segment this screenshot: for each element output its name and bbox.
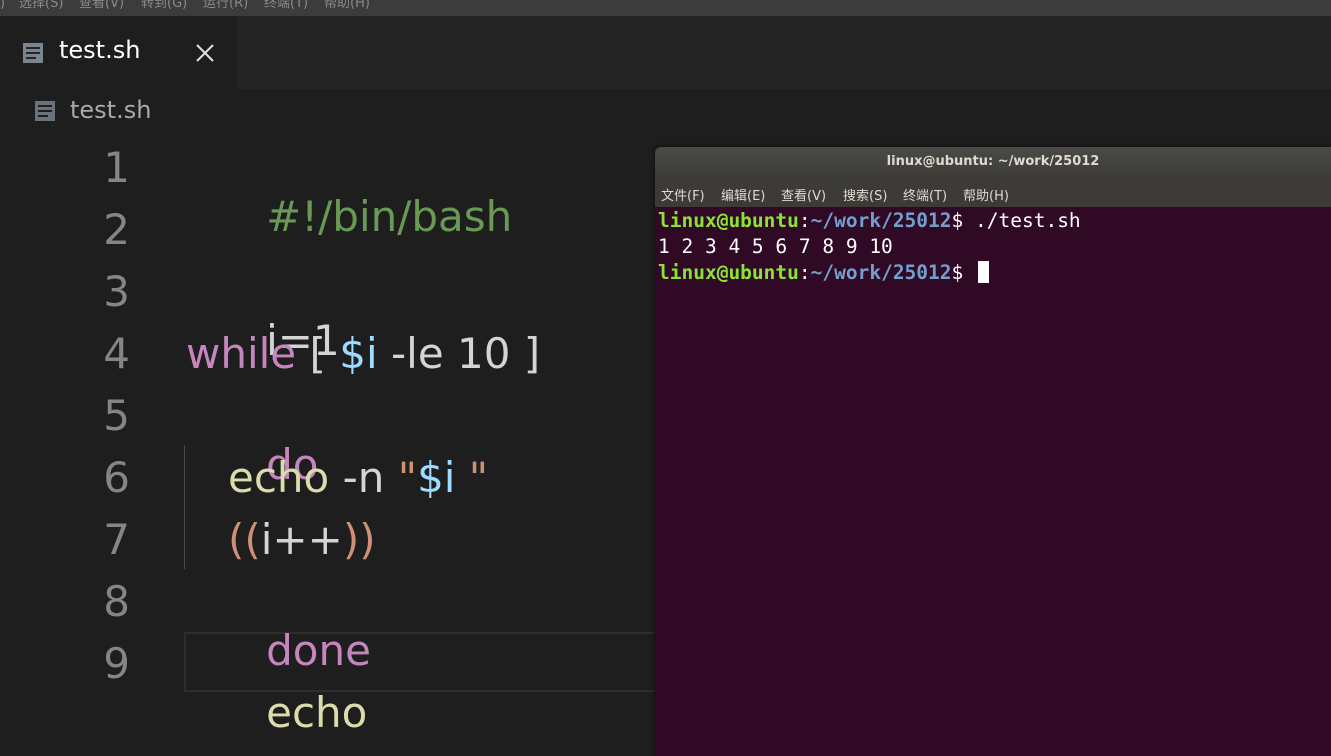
terminal-output-line: 1 2 3 4 5 6 7 8 9 10 [658,235,893,258]
prompt-dollar: $ [951,261,976,284]
line-number: 7 [103,515,130,564]
terminal-menubar: 文件(F) 编辑(E) 查看(V) 搜索(S) 终端(T) 帮助(H) [655,179,1331,207]
menu-item-terminal[interactable]: 终端(T) [264,0,308,10]
arith-open: (( [228,515,261,564]
string-quote-close: " [455,453,489,502]
prompt-dollar: $ [951,209,976,232]
breadcrumb-file[interactable]: test.sh [70,96,151,124]
line-number: 3 [103,267,130,316]
terminal-window[interactable]: linux@ubuntu: ~/work/25012 文件(F) 编辑(E) 查… [655,147,1331,756]
code-line-6: echo -n "$i " [228,453,488,502]
prompt-path: ~/work/25012 [810,261,952,284]
terminal-command-line: linux@ubuntu:~/work/25012$ ./test.sh [658,209,1081,232]
command-echo: echo [228,453,330,502]
keyword-while: while [186,329,297,378]
prompt-colon: : [798,261,811,284]
line-number: 5 [103,391,130,440]
increment: i++ [260,515,343,564]
line-number: 1 [103,143,130,192]
string-quote-open: " [397,453,418,502]
arith-close: )) [342,515,376,564]
line-number: 8 [103,577,130,626]
terminal-body[interactable]: linux@ubuntu:~/work/25012$ ./test.sh 1 2… [655,207,1331,756]
terminal-title: linux@ubuntu: ~/work/25012 [886,154,1100,169]
menu-item-partial[interactable]: ) [0,0,5,10]
code-line-7: ((i++)) [228,515,376,564]
line-number: 6 [103,453,130,502]
command-echo: echo [266,688,368,737]
terminal-menu-terminal[interactable]: 终端(T) [903,185,947,204]
line-number: 9 [103,639,130,688]
file-icon [22,42,44,68]
desktop: ) 选择(S) 查看(V) 转到(G) 运行(R) 终端(T) 帮助(H) te… [0,0,1331,756]
terminal-menu-edit[interactable]: 编辑(E) [721,185,765,204]
app-menubar: ) 选择(S) 查看(V) 转到(G) 运行(R) 终端(T) 帮助(H) [0,0,1331,16]
terminal-menu-help[interactable]: 帮助(H) [963,185,1009,204]
close-icon[interactable] [193,41,217,65]
code-line-4: while [ $i -le 10 ] [186,329,540,378]
prompt-path: ~/work/25012 [810,209,952,232]
line-number: 2 [103,205,130,254]
terminal-titlebar[interactable]: linux@ubuntu: ~/work/25012 [655,147,1331,179]
test-expression: -le 10 ] [377,329,541,378]
indent-guide [184,445,185,569]
prompt-user: linux@ubuntu [658,209,799,232]
menu-item-view[interactable]: 查看(V) [79,0,124,10]
line-number: 4 [103,329,130,378]
bracket-open: [ [296,329,340,378]
variable-i: $i [339,329,378,378]
tab-test-sh[interactable]: test.sh [0,16,238,89]
prompt-colon: : [798,209,811,232]
menu-item-help[interactable]: 帮助(H) [324,0,370,10]
terminal-menu-file[interactable]: 文件(F) [661,185,705,204]
menu-item-goto[interactable]: 转到(G) [141,0,187,10]
variable-i: $i [417,453,456,502]
tab-label: test.sh [59,36,141,64]
terminal-menu-search[interactable]: 搜索(S) [843,185,887,204]
breadcrumb: test.sh [0,89,1331,135]
shebang-comment: #!/bin/bash [266,192,513,241]
file-icon [34,100,56,126]
menu-item-selection[interactable]: 选择(S) [19,0,63,10]
tab-bar: test.sh [0,16,1331,89]
code-line-9: echo [186,639,367,756]
output-text: 1 2 3 4 5 6 7 8 9 10 [658,235,893,258]
prompt-user: linux@ubuntu [658,261,799,284]
terminal-prompt-line: linux@ubuntu:~/work/25012$ [658,261,990,284]
terminal-menu-view[interactable]: 查看(V) [781,185,826,204]
command-text: ./test.sh [975,209,1081,232]
terminal-cursor [978,261,990,283]
menu-item-run[interactable]: 运行(R) [203,0,248,10]
flag-n: -n [329,453,398,502]
